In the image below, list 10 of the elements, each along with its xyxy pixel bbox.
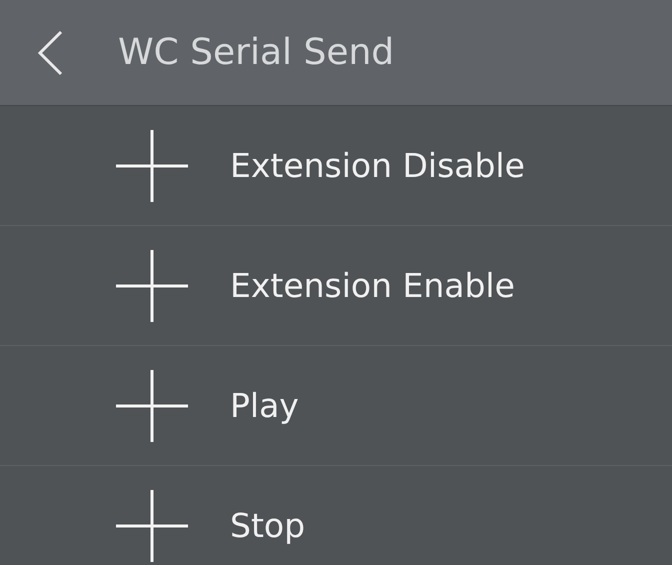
menu-item[interactable]: Stop [0,466,672,565]
back-icon [37,30,63,76]
plus-icon [116,250,188,322]
window-title: WC Serial Send [118,30,394,74]
menu-item[interactable]: Extension Enable [0,226,672,346]
menu-item[interactable]: Extension Disable [0,106,672,226]
plus-icon [116,370,188,442]
plus-icon [116,130,188,202]
plus-icon [116,490,188,562]
menu-item[interactable]: Play [0,346,672,466]
